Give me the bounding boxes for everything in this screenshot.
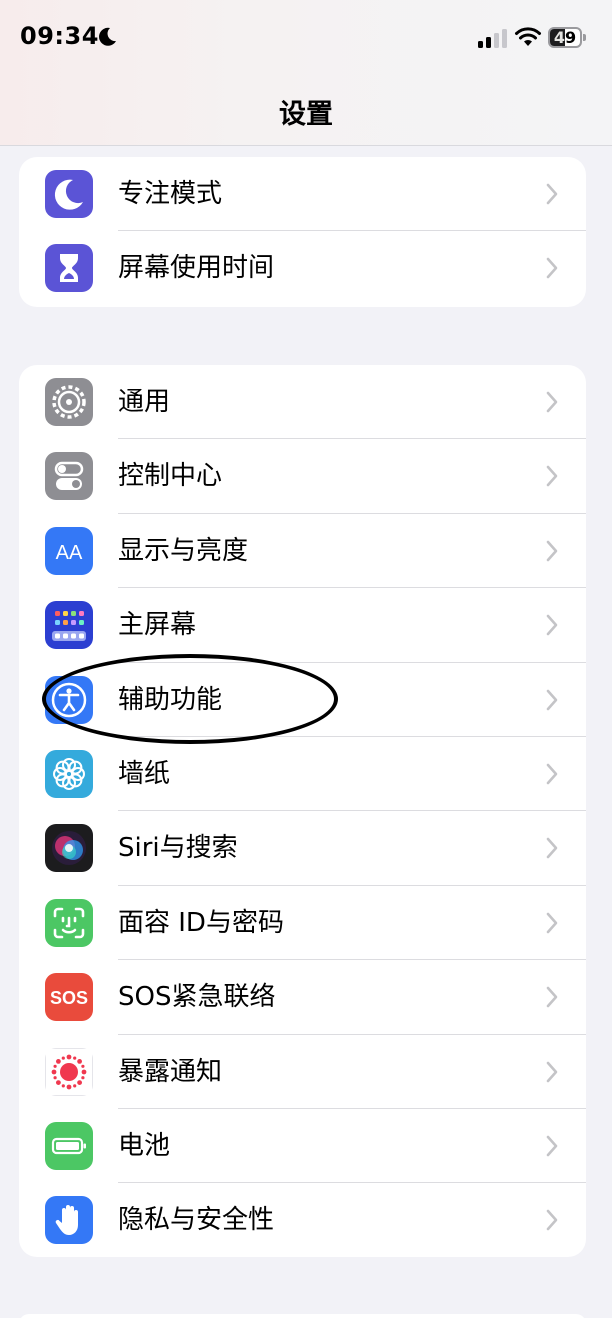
settings-row-label: 辅助功能 [118,684,223,715]
battery-icon [45,1121,93,1170]
chevron-right-icon [546,257,558,279]
settings-row-label: 控制中心 [118,461,223,492]
settings-row-label: SOS紧急联络 [118,982,276,1013]
chevron-right-icon [546,614,558,636]
settings-row[interactable]: 通用 [19,365,586,440]
text-size-icon: AA [45,526,93,575]
settings-row-label: 电池 [118,1130,171,1161]
settings-group-focus: 专注模式屏幕使用时间 [19,157,586,307]
settings-row[interactable]: Siri与搜索 [19,811,586,886]
settings-row[interactable]: 专注模式 [19,157,586,232]
cellular-signal-icon [478,29,507,48]
chevron-right-icon [546,391,558,413]
settings-row[interactable]: 隐私与安全性 [19,1183,586,1257]
battery-indicator: 49 [548,27,586,48]
exposure-icon [45,1047,93,1096]
chevron-right-icon [546,183,558,205]
chevron-right-icon [546,1061,558,1083]
settings-row-label: 主屏幕 [118,610,197,641]
chevron-right-icon [546,540,558,562]
settings-row[interactable]: 暴露通知 [19,1035,586,1109]
settings-row[interactable]: AA 显示与亮度 [19,514,586,589]
settings-group-general: 通用控制中心 AA 显示与亮度主屏幕辅助功能墙纸 Siri与搜索面容 ID与密码 SOS… [19,365,586,1257]
settings-row-label: 面容 ID与密码 [118,907,284,938]
hand-icon [45,1196,93,1245]
settings-row[interactable]: 主屏幕 [19,588,586,663]
svg-text:SOS: SOS [50,988,88,1008]
settings-row-label: Siri与搜索 [118,833,238,864]
chevron-right-icon [546,465,558,487]
settings-row-label: 墙纸 [118,758,171,789]
settings-row[interactable]: 墙纸 [19,737,586,812]
status-time: 09:34 [20,22,99,50]
navigation-bar: 09:34 49 设置 [0,0,612,146]
chevron-right-icon [546,763,558,785]
chevron-right-icon [546,1135,558,1157]
chevron-right-icon [546,1209,558,1231]
siri-icon [45,824,93,873]
settings-group-next [19,1314,586,1318]
accessibility-icon [45,675,93,724]
settings-row[interactable]: 面容 ID与密码 [19,886,586,961]
sos-icon: SOS [45,973,93,1022]
svg-text:AA: AA [56,542,83,564]
face-id-icon [45,898,93,947]
settings-row-label: 通用 [118,387,171,417]
settings-row[interactable]: 屏幕使用时间 [19,231,586,305]
settings-row-label: 屏幕使用时间 [118,253,275,284]
chevron-right-icon [546,912,558,934]
flower-icon [45,749,93,798]
home-grid-icon [45,601,93,650]
page-title: 设置 [279,99,333,130]
battery-percent: 49 [553,28,577,47]
chevron-right-icon [546,986,558,1008]
chevron-right-icon [546,837,558,859]
focus-moon-icon [99,27,116,46]
chevron-right-icon [546,689,558,711]
settings-row[interactable]: 辅助功能 [19,663,586,737]
wifi-icon [515,27,541,46]
settings-row[interactable]: 电池 [19,1109,586,1184]
settings-row[interactable]: 控制中心 [19,439,586,514]
toggles-icon [45,452,93,501]
settings-row[interactable]: SOS SOS紧急联络 [19,960,586,1035]
hourglass-icon [45,244,93,293]
settings-row-label: 显示与亮度 [118,535,249,566]
moon-icon [45,170,93,218]
gear-icon [45,378,93,426]
settings-row-label: 专注模式 [118,179,223,209]
settings-row-label: 隐私与安全性 [118,1205,275,1236]
settings-row-label: 暴露通知 [118,1056,223,1087]
